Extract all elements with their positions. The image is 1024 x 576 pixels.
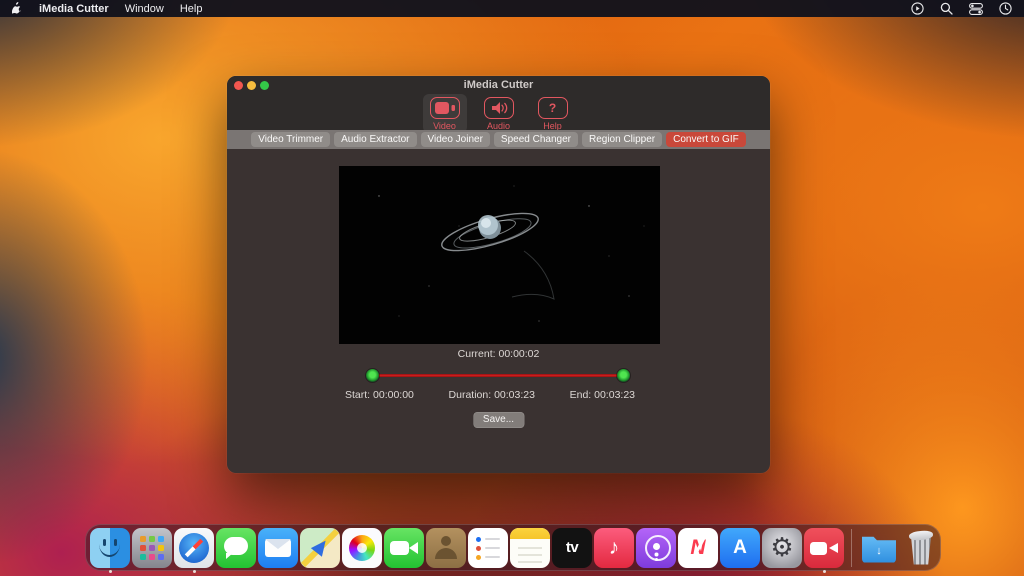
running-indicator	[193, 570, 196, 573]
window-title: iMedia Cutter	[227, 76, 770, 95]
traffic-lights	[234, 81, 269, 90]
start-time-label: Start: 00:00:00	[345, 389, 414, 401]
end-handle[interactable]	[617, 369, 630, 382]
imedia-cutter-window: iMedia Cutter Video Audio	[227, 76, 770, 473]
tab-video-joiner[interactable]: Video Joiner	[421, 132, 490, 147]
dock-separator	[851, 529, 852, 567]
dock-maps-icon[interactable]	[300, 528, 340, 568]
planet-video-still	[339, 166, 660, 344]
dock-app-store-icon[interactable]: A	[720, 528, 760, 568]
time-labels-row: Start: 00:00:00 Duration: 00:03:23 End: …	[345, 389, 635, 401]
dock-photos-icon[interactable]	[342, 528, 382, 568]
dock-music-icon[interactable]: ♪	[594, 528, 634, 568]
dock-notes-icon[interactable]	[510, 528, 550, 568]
tab-audio-extractor[interactable]: Audio Extractor	[334, 132, 416, 147]
current-time-label: Current: 00:00:02	[227, 348, 770, 360]
video-preview-frame	[339, 166, 660, 344]
audio-icon	[484, 97, 514, 119]
slider-track[interactable]	[372, 374, 624, 377]
close-button[interactable]	[234, 81, 243, 90]
running-indicator	[823, 570, 826, 573]
desktop: iMedia Cutter Window Help iMedia Cutter	[0, 0, 1024, 576]
dock-mail-icon[interactable]	[258, 528, 298, 568]
dock-reminders-icon[interactable]	[468, 528, 508, 568]
dock-imedia-cutter-icon[interactable]	[804, 528, 844, 568]
menu-app-name[interactable]: iMedia Cutter	[39, 3, 109, 15]
dock-downloads-icon[interactable]: ↓	[859, 528, 899, 568]
apple-menu-icon[interactable]	[12, 2, 23, 15]
menu-item-help[interactable]: Help	[180, 3, 203, 15]
end-time-label: End: 00:03:23	[570, 389, 635, 401]
menu-bar: iMedia Cutter Window Help	[0, 0, 1024, 17]
dock-safari-icon[interactable]	[174, 528, 214, 568]
toolbar: Video Audio ? Help	[227, 94, 770, 133]
dock: tv♪ NA⚙ ↓	[85, 524, 941, 571]
dock-messages-icon[interactable]	[216, 528, 256, 568]
clock-icon[interactable]	[999, 2, 1012, 15]
tab-region-clipper[interactable]: Region Clipper	[582, 132, 662, 147]
zoom-button[interactable]	[260, 81, 269, 90]
minimize-button[interactable]	[247, 81, 256, 90]
toolbar-item-audio[interactable]: Audio	[477, 94, 521, 133]
dock-podcasts-icon[interactable]	[636, 528, 676, 568]
playback-icon[interactable]	[911, 2, 924, 15]
toolbar-item-help[interactable]: ? Help	[531, 94, 575, 133]
duration-label: Duration: 00:03:23	[449, 389, 535, 401]
dock-apple-tv-icon[interactable]: tv	[552, 528, 592, 568]
dock-trash-icon[interactable]	[901, 528, 941, 568]
tab-speed-changer[interactable]: Speed Changer	[494, 132, 578, 147]
tab-video-trimmer[interactable]: Video Trimmer	[251, 132, 330, 147]
save-button[interactable]: Save...	[473, 412, 524, 428]
tab-convert-to-gif[interactable]: Convert to GIF	[666, 132, 746, 147]
dock-facetime-icon[interactable]	[384, 528, 424, 568]
search-icon[interactable]	[940, 2, 953, 15]
menu-item-window[interactable]: Window	[125, 3, 164, 15]
start-handle[interactable]	[366, 369, 379, 382]
mode-tabstrip: Video Trimmer Audio Extractor Video Join…	[227, 130, 770, 149]
dock-news-icon[interactable]: N	[678, 528, 718, 568]
dock-launchpad-icon[interactable]	[132, 528, 172, 568]
toolbar-item-video[interactable]: Video	[423, 94, 467, 133]
dock-contacts-icon[interactable]	[426, 528, 466, 568]
video-icon	[430, 97, 460, 119]
dock-finder-icon[interactable]	[90, 528, 130, 568]
dock-system-settings-icon[interactable]: ⚙	[762, 528, 802, 568]
help-icon: ?	[538, 97, 568, 119]
running-indicator	[109, 570, 112, 573]
trim-range-slider[interactable]	[368, 369, 628, 382]
window-titlebar: iMedia Cutter Video Audio	[227, 76, 770, 130]
control-center-icon[interactable]	[969, 3, 983, 15]
